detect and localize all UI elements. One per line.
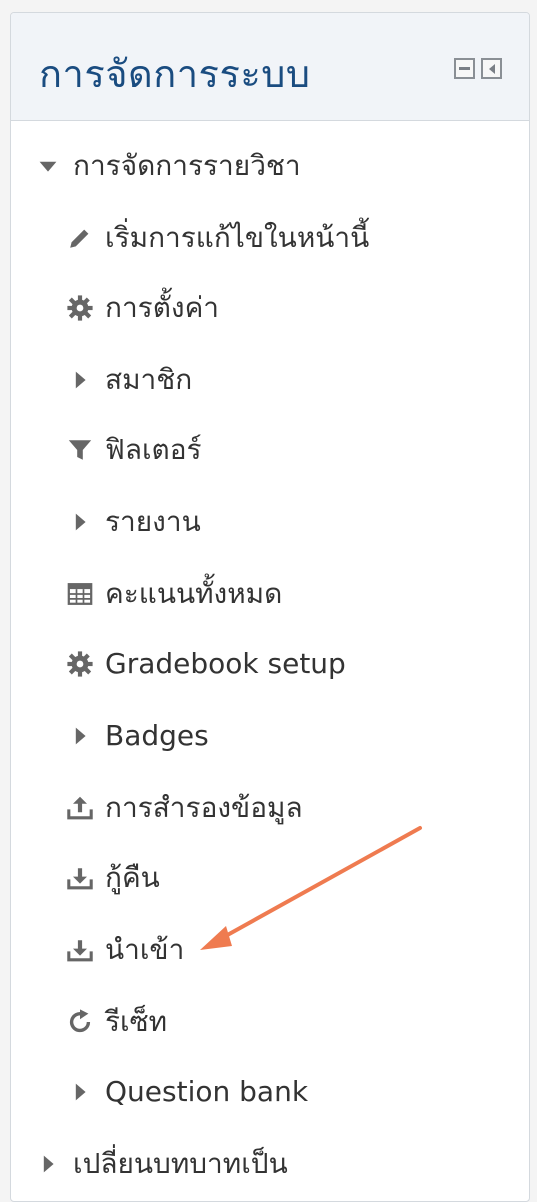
menu-item-label: เริ่มการแก้ไขในหน้านี้ xyxy=(105,221,370,254)
menu-item-label: Question bank xyxy=(105,1075,309,1108)
menu-item-label: Badges xyxy=(105,719,209,752)
menu-item-label: คะแนนทั้งหมด xyxy=(105,577,283,610)
menu-item-label: ฟิลเตอร์ xyxy=(105,433,202,466)
admin-block: การจัดการระบบ การจัดการรายวิชา เริ่มการแ… xyxy=(10,12,530,1202)
menu-item-label: Gradebook setup xyxy=(105,647,346,680)
menu-item-label: เปลี่ยนบทบาทเป็น xyxy=(73,1147,288,1180)
menu-item-reports[interactable]: รายงาน xyxy=(63,497,201,547)
menu-item-restore[interactable]: กู้คืน xyxy=(63,853,160,903)
hide-block-icon[interactable] xyxy=(454,58,475,79)
dock-block-icon[interactable] xyxy=(481,58,502,79)
refresh-icon xyxy=(63,1005,97,1039)
menu-item-filters[interactable]: ฟิลเตอร์ xyxy=(63,425,202,475)
gear-icon xyxy=(63,647,97,681)
menu-item-label: กู้คืน xyxy=(105,861,160,894)
pencil-icon xyxy=(63,221,97,255)
menu-item-label: การจัดการรายวิชา xyxy=(73,149,301,182)
menu-item-backup[interactable]: การสำรองข้อมูล xyxy=(63,783,303,833)
download-icon xyxy=(63,933,97,967)
menu-item-label: นำเข้า xyxy=(105,933,185,966)
block-header: การจัดการระบบ xyxy=(11,13,529,121)
menu-item-users[interactable]: สมาชิก xyxy=(63,355,192,405)
menu-item-switch-role[interactable]: เปลี่ยนบทบาทเป็น xyxy=(31,1139,288,1189)
menu-item-reset[interactable]: รีเซ็ท xyxy=(63,997,167,1047)
menu-item-grades[interactable]: คะแนนทั้งหมด xyxy=(63,569,282,619)
caret-right-icon xyxy=(31,1147,65,1181)
download-icon xyxy=(63,861,97,895)
filter-icon xyxy=(63,433,97,467)
menu-item-label: รีเซ็ท xyxy=(105,1005,168,1038)
menu-item-label: รายงาน xyxy=(105,505,201,538)
caret-right-icon xyxy=(63,719,97,753)
menu-item-question-bank[interactable]: Question bank xyxy=(63,1067,308,1117)
caret-right-icon xyxy=(63,363,97,397)
menu-item-gradebook-setup[interactable]: Gradebook setup xyxy=(63,639,346,689)
table-icon xyxy=(63,577,97,611)
menu-item-label: การสำรองข้อมูล xyxy=(105,791,303,824)
block-title: การจัดการระบบ xyxy=(39,52,311,96)
menu-item-settings[interactable]: การตั้งค่า xyxy=(63,283,219,333)
menu-item-label: การตั้งค่า xyxy=(105,291,220,324)
caret-right-icon xyxy=(63,505,97,539)
caret-right-icon xyxy=(63,1075,97,1109)
upload-icon xyxy=(63,791,97,825)
caret-down-icon xyxy=(31,149,65,183)
menu-item-course-admin[interactable]: การจัดการรายวิชา xyxy=(31,141,301,191)
menu-item-badges[interactable]: Badges xyxy=(63,711,209,761)
menu-item-import[interactable]: นำเข้า xyxy=(63,925,184,975)
gear-icon xyxy=(63,291,97,325)
menu-item-turn-editing-on[interactable]: เริ่มการแก้ไขในหน้านี้ xyxy=(63,213,369,263)
menu-item-label: สมาชิก xyxy=(105,363,193,396)
